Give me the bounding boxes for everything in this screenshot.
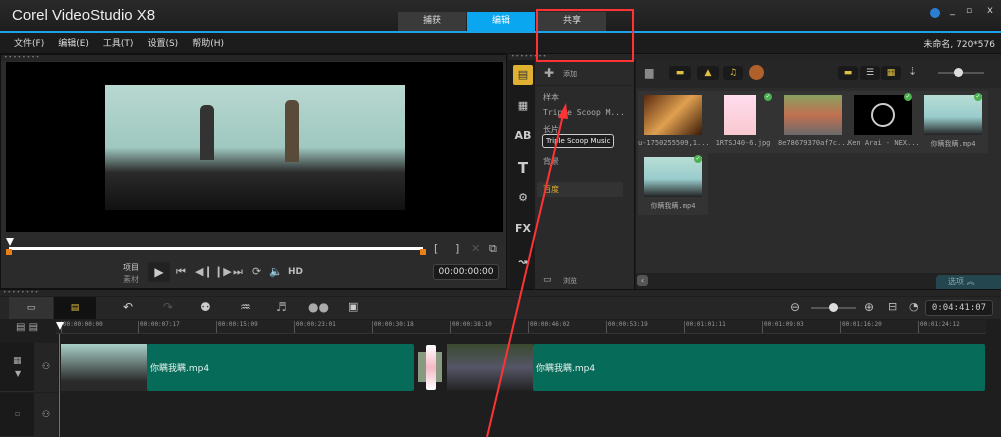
annotation-arrow	[486, 103, 568, 437]
